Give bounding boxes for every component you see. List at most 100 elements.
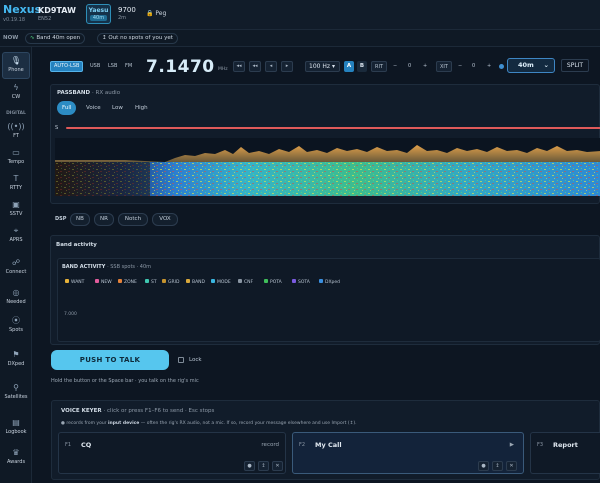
legend-item-band[interactable]: BAND	[186, 279, 205, 285]
keyer-slot-f1[interactable]: F1 CQ record ● ↥ ✕	[58, 432, 286, 474]
upload-icon: ↥	[102, 35, 107, 41]
sidebar-item-label: Spots	[9, 327, 23, 333]
signal-icon: ((•))	[7, 122, 25, 131]
mode-fm[interactable]: FM	[122, 61, 135, 72]
record-icon[interactable]: ●	[478, 461, 489, 471]
xit-button[interactable]: XIT	[436, 61, 452, 72]
sidebar-item-connect[interactable]: ☍ Connect	[2, 255, 30, 282]
sidebar-item-dxped[interactable]: ⚑ DXped	[2, 347, 30, 374]
import-icon[interactable]: ↥	[492, 461, 503, 471]
record-label[interactable]: record	[261, 442, 279, 448]
sidebar-item-tempo[interactable]: ▭ Tempo	[2, 145, 30, 172]
radar-icon: ⦿	[12, 316, 20, 325]
teletype-icon: T	[13, 174, 19, 183]
sidebar-item-rtty[interactable]: T RTTY	[2, 171, 30, 198]
sidebar-item-awards[interactable]: ♛ Awards	[2, 445, 30, 472]
spectrum-waterfall[interactable]	[55, 138, 600, 196]
now-bar: NOW ∿ Band 40m open ↥ Out no spots of yo…	[0, 30, 600, 47]
nb-button[interactable]: NB	[70, 213, 90, 226]
app-name: Nexus	[3, 3, 42, 16]
tune-down-medium-button[interactable]: ◂◂	[249, 61, 261, 72]
voice-keyer-title-text: VOICE KEYER	[61, 408, 102, 414]
voice-keyer-panel: VOICE KEYER · click or press F1–F6 to se…	[51, 400, 600, 480]
record-icon[interactable]: ●	[244, 461, 255, 471]
sidebar-item-label: Awards	[6, 459, 26, 465]
passband-title-text: PASSBAND	[57, 90, 91, 96]
band-select[interactable]: 40m ⌄	[507, 58, 555, 73]
xit-plus-button[interactable]: +	[484, 61, 494, 72]
vfo-b-button[interactable]: B	[357, 61, 367, 72]
clear-icon[interactable]: ✕	[506, 461, 517, 471]
secondary-freq-unit: 2m	[118, 15, 127, 21]
band-activity-freq-tick: 7.000	[64, 312, 77, 317]
vfo-a-button[interactable]: A	[344, 61, 354, 72]
legend-item-sota[interactable]: SOTA	[292, 279, 310, 285]
legend-item-mode[interactable]: MODE	[211, 279, 231, 285]
rit-minus-button[interactable]: −	[390, 61, 400, 72]
play-icon[interactable]: ▶	[510, 442, 514, 448]
band-activity-chart[interactable]: BAND ACTIVITY · SSB spots · 40m WANT NEW…	[57, 258, 600, 342]
xit-minus-button[interactable]: −	[455, 61, 465, 72]
tune-down-small-button[interactable]: ◂	[265, 61, 277, 72]
ptt-lock-checkbox[interactable]	[178, 357, 184, 363]
legend-item-cnf[interactable]: CNF	[238, 279, 253, 285]
station-info[interactable]: KD9TAW EN52	[38, 6, 76, 22]
legend-item-want[interactable]: WANT	[65, 279, 84, 285]
out-status-pill[interactable]: ↥ Out no spots of you yet	[97, 33, 178, 44]
vox-button[interactable]: VOX	[152, 213, 178, 226]
legend-item-st[interactable]: ST	[145, 279, 157, 285]
activity-icon: ∿	[30, 35, 35, 41]
tune-down-large-button[interactable]: ◂◂	[233, 61, 245, 72]
sidebar-item-label: FT	[13, 133, 19, 139]
mode-lsb[interactable]: LSB	[105, 61, 120, 72]
keyer-slot-f3[interactable]: F3 Report	[530, 432, 600, 474]
sidebar-item-cw[interactable]: ϟ CW	[2, 80, 30, 107]
nr-button[interactable]: NR	[94, 213, 114, 226]
sidebar-item-logbook[interactable]: ▤ Logbook	[2, 415, 30, 442]
sidebar-item-satellites[interactable]: ⚲ Satellites	[2, 380, 30, 407]
vfo-frequency[interactable]: 7.1470	[146, 57, 215, 77]
rit-button[interactable]: RIT	[371, 61, 388, 72]
clear-icon[interactable]: ✕	[272, 461, 283, 471]
rit-plus-button[interactable]: +	[420, 61, 430, 72]
sidebar-item-label: Tempo	[7, 159, 25, 165]
sidebar-item-label: DXped	[7, 361, 25, 367]
sidebar-item-label: SSTV	[9, 211, 23, 217]
sidebar-item-sstv[interactable]: ▣ SSTV	[2, 197, 30, 224]
sidebar-item-aprs[interactable]: ⌖ APRS	[2, 223, 30, 250]
tune-up-small-button[interactable]: ▸	[281, 61, 293, 72]
tuning-step-select[interactable]: 100 Hz ▾	[305, 61, 340, 72]
legend-item-dxped[interactable]: DXped	[319, 279, 340, 285]
sidebar-item-ft[interactable]: ((•)) FT	[2, 119, 30, 146]
keyer-slot-f2[interactable]: F2 My Call ▶ ● ↥ ✕	[292, 432, 524, 474]
sidebar-item-needed[interactable]: ◎ Needed	[2, 285, 30, 312]
tab-high[interactable]: High	[130, 101, 153, 115]
legend-item-grid[interactable]: GRID	[162, 279, 179, 285]
legend-item-new[interactable]: NEW	[95, 279, 112, 285]
frequency-bar: AUTO-LSB USB LSB FM 7.1470 MHz ◂◂ ◂◂ ◂ ▸…	[48, 57, 600, 77]
slot-name: My Call	[315, 441, 342, 449]
split-button[interactable]: SPLIT	[561, 59, 589, 72]
tab-low[interactable]: Low	[107, 101, 128, 115]
import-icon[interactable]: ↥	[258, 461, 269, 471]
rit-value: 0	[408, 63, 412, 69]
radio-chip[interactable]: Yaesu 40m	[86, 4, 111, 24]
peg-label: Peg	[155, 10, 167, 17]
xit-value: 0	[472, 63, 476, 69]
app-version: v0.19.18	[3, 17, 26, 23]
band-open-pill[interactable]: ∿ Band 40m open	[25, 33, 86, 44]
tab-voice[interactable]: Voice	[81, 101, 106, 115]
sidebar-item-spots[interactable]: ⦿ Spots	[2, 313, 30, 340]
sidebar-item-phone[interactable]: 🎙 Phone	[2, 52, 30, 79]
legend-item-pota[interactable]: POTA	[264, 279, 282, 285]
secondary-freq-chip[interactable]: 9700 2m	[118, 6, 136, 21]
mode-usb[interactable]: USB	[87, 61, 103, 72]
mode-auto-lsb[interactable]: AUTO-LSB	[50, 61, 84, 72]
slot-name: CQ	[81, 441, 92, 449]
push-to-talk-button[interactable]: PUSH TO TALK	[51, 350, 169, 370]
tab-full[interactable]: Full	[57, 101, 77, 115]
notch-button[interactable]: Notch	[118, 213, 148, 226]
chevron-down-icon: ⌄	[543, 61, 549, 69]
legend-item-zone[interactable]: ZONE	[118, 279, 137, 285]
peg-toggle[interactable]: 🔒 Peg	[146, 10, 166, 17]
